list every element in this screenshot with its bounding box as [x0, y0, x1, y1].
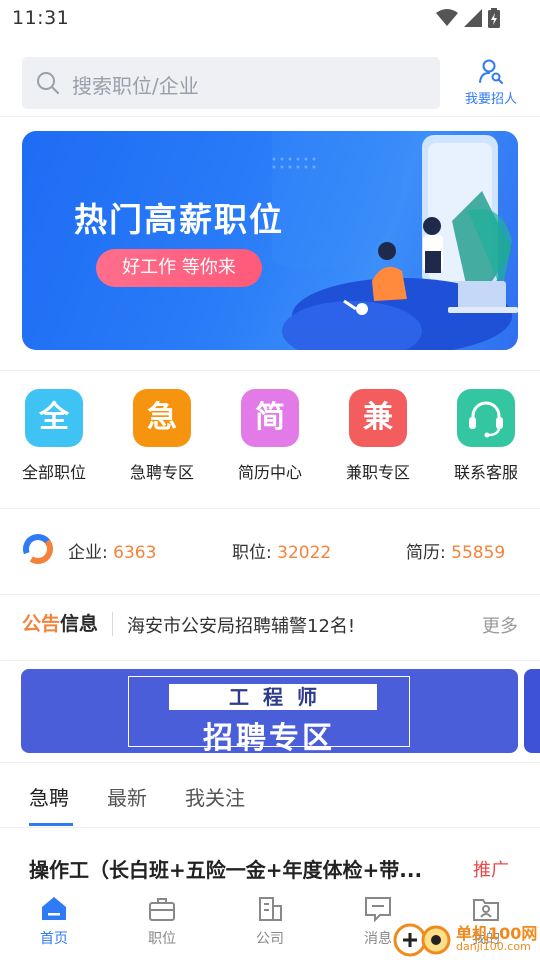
banner-subtitle: 好工作 等你来 [96, 249, 262, 287]
home-icon [42, 897, 66, 920]
nav-home-label: 首页 [40, 931, 68, 947]
stat-companies-label: 企业: [68, 543, 108, 563]
notice-more-link[interactable]: 更多 [482, 612, 518, 638]
category-label: 兼职专区 [345, 463, 410, 482]
divider [0, 660, 540, 661]
status-bar: 11:31 [0, 0, 540, 38]
job-title[interactable]: 操作工（长白班+五险一金+年度体检+带... [29, 854, 459, 883]
part-time-icon: 兼 [349, 389, 407, 447]
nav-jobs-label: 职位 [148, 931, 176, 947]
divider [0, 370, 540, 371]
next-banner-peek[interactable] [524, 669, 540, 753]
category-label: 简历中心 [237, 463, 302, 482]
recruit-button[interactable]: 我要招人 [456, 58, 526, 112]
divider [0, 508, 540, 509]
engineer-banner-top: 工程师 [169, 684, 377, 710]
nav-jobs[interactable]: 职位 [122, 894, 202, 948]
tab-urgent[interactable]: 急聘 [29, 782, 69, 811]
urgent-icon: 急 [133, 389, 191, 447]
engineer-banner-frame: 工程师 招聘专区 [128, 676, 410, 753]
category-urgent[interactable]: 急 急聘专区 [122, 389, 202, 483]
notice-tag-a: 公告 [22, 613, 61, 635]
divider [0, 116, 540, 117]
divider [0, 594, 540, 595]
user-search-icon [479, 59, 503, 84]
status-icons [436, 8, 500, 28]
engineer-banner-bottom: 招聘专区 [203, 721, 335, 753]
search-input[interactable]: 搜索职位/企业 [22, 57, 440, 109]
promo-badge: 推广 [473, 860, 509, 881]
banner-title: 热门高薪职位 [74, 200, 284, 239]
category-resume[interactable]: 简 简历中心 [230, 389, 310, 483]
notice-tag: 公告信息 [22, 609, 98, 636]
notice-text[interactable]: 海安市公安局招聘辅警12名! [127, 612, 355, 638]
recruit-label: 我要招人 [464, 92, 517, 107]
signal-icon [464, 9, 482, 27]
notice-separator [112, 612, 113, 636]
category-label: 急聘专区 [129, 463, 194, 482]
stat-companies: 企业: 6363 [68, 538, 156, 563]
banner-illustration [272, 131, 518, 350]
status-time: 11:31 [12, 7, 70, 29]
watermark-logo-icon [393, 923, 451, 957]
battery-icon [488, 8, 500, 28]
stats-logo-icon [23, 534, 53, 564]
tab-latest[interactable]: 最新 [107, 782, 147, 811]
promo-banner[interactable]: 热门高薪职位 好工作 等你来 [22, 131, 518, 350]
category-label: 全部职位 [21, 463, 86, 482]
engineer-recruit-banner[interactable]: 工程师 招聘专区 [21, 669, 518, 753]
search-placeholder: 搜索职位/企业 [72, 74, 199, 98]
tab-active-indicator [29, 823, 73, 826]
search-icon [37, 72, 59, 94]
stat-resumes-label: 简历: [406, 543, 446, 563]
category-customer-service[interactable]: 联系客服 [446, 389, 526, 483]
divider [0, 762, 540, 763]
message-icon [365, 897, 391, 923]
stat-jobs: 职位: 32022 [232, 538, 331, 563]
headset-icon [457, 389, 515, 447]
notice-tag-b: 信息 [60, 613, 99, 635]
category-all-jobs[interactable]: 全 全部职位 [14, 389, 94, 483]
stat-resumes: 简历: 55859 [406, 538, 505, 563]
resume-icon: 简 [241, 389, 299, 447]
nav-companies[interactable]: 公司 [230, 894, 310, 948]
stat-jobs-label: 职位: [232, 543, 272, 563]
stat-resumes-value: 55859 [451, 543, 506, 563]
site-watermark: 单机100网 danji100.com [392, 916, 540, 960]
briefcase-icon [149, 898, 175, 921]
watermark-subtext: danji100.com [456, 940, 531, 953]
nav-companies-label: 公司 [256, 931, 284, 947]
stat-companies-value: 6363 [113, 543, 157, 563]
wifi-icon [436, 9, 458, 26]
divider [0, 827, 540, 828]
building-icon [259, 897, 282, 921]
tab-following[interactable]: 我关注 [185, 782, 245, 811]
category-part-time[interactable]: 兼 兼职专区 [338, 389, 418, 483]
all-jobs-icon: 全 [25, 389, 83, 447]
stat-jobs-value: 32022 [277, 543, 332, 563]
category-label: 联系客服 [453, 463, 518, 482]
nav-home[interactable]: 首页 [14, 894, 94, 948]
